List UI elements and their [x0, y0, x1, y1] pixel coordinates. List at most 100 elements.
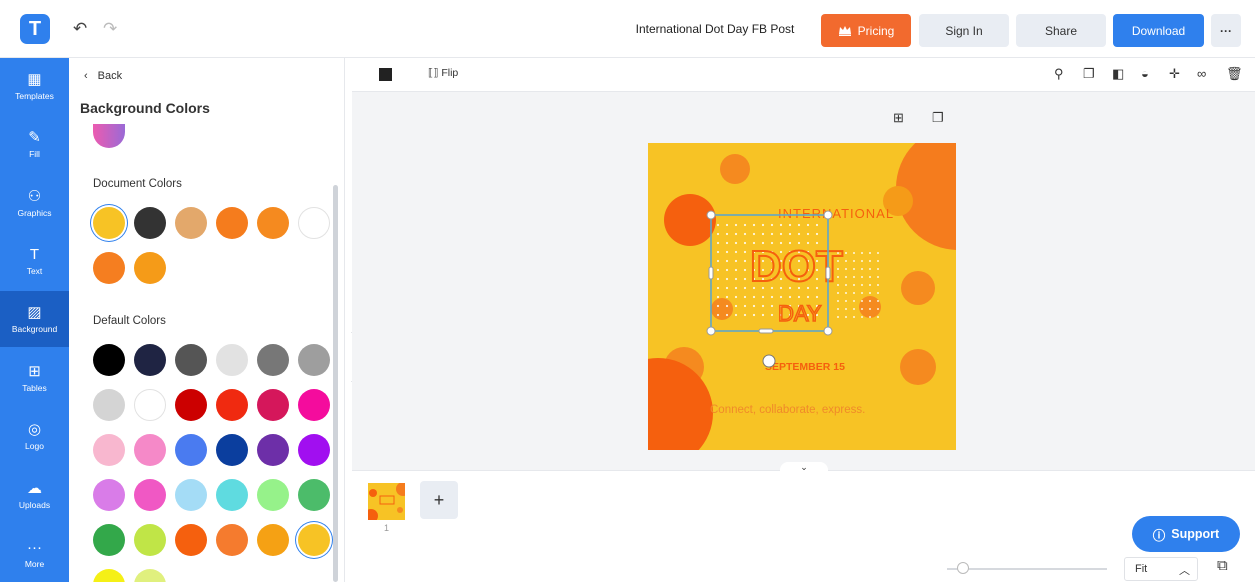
nav-item-more[interactable]: ··· More	[0, 526, 69, 582]
dot-grid-point	[734, 232, 738, 236]
opacity-icon[interactable]: ◒	[1141, 66, 1149, 81]
nav-label: Templates	[15, 90, 54, 101]
nav-item-logo[interactable]: ◎ Logo	[0, 408, 69, 464]
add-page-icon[interactable]: ⊞	[893, 110, 904, 126]
dot-grid-point	[743, 277, 747, 281]
default-color-swatch[interactable]	[257, 434, 289, 466]
default-color-swatch[interactable]	[216, 389, 248, 421]
default-color-swatch[interactable]	[298, 434, 330, 466]
layer-icon[interactable]: ◧	[1112, 66, 1124, 82]
workspace: ⊞ ❐ INTERNATIONAL DOT DAY SEPTEMBER 15 C…	[352, 92, 1255, 470]
default-color-swatch[interactable]	[175, 434, 207, 466]
default-color-swatch[interactable]	[134, 524, 166, 556]
zoom-select[interactable]: Fit ︿	[1124, 557, 1198, 581]
document-color-swatch[interactable]	[134, 252, 166, 284]
default-color-swatch[interactable]	[134, 389, 166, 421]
dot-grid-point	[788, 223, 792, 227]
add-page-button[interactable]: +	[420, 481, 458, 519]
nav-item-tables[interactable]: ⊞ Tables	[0, 350, 69, 406]
dot-grid-point	[853, 316, 855, 318]
duplicate-icon[interactable]: ❐	[1083, 66, 1095, 82]
decor-circle	[900, 349, 936, 385]
default-color-swatch[interactable]	[93, 479, 125, 511]
dot-grid-point	[877, 252, 879, 254]
default-color-swatch[interactable]	[93, 434, 125, 466]
flip-button[interactable]: ⟦⟧ Flip	[428, 67, 458, 79]
default-color-swatch[interactable]	[175, 479, 207, 511]
default-color-swatch[interactable]	[175, 389, 207, 421]
default-color-swatch[interactable]	[93, 389, 125, 421]
document-color-swatch[interactable]	[216, 207, 248, 239]
panel-scrollbar[interactable]	[333, 185, 338, 582]
document-color-swatch[interactable]	[298, 207, 330, 239]
pages-view-icon[interactable]: ⧉	[1217, 557, 1228, 574]
default-color-swatch[interactable]	[298, 479, 330, 511]
pricing-button[interactable]: Pricing	[821, 14, 911, 47]
default-color-swatch[interactable]	[175, 344, 207, 376]
default-color-swatch[interactable]	[257, 389, 289, 421]
nav-item-graphics[interactable]: ⚇ Graphics	[0, 175, 69, 231]
default-color-swatch[interactable]	[216, 479, 248, 511]
default-color-swatch[interactable]	[93, 524, 125, 556]
dot-grid-point	[837, 292, 839, 294]
default-color-swatch[interactable]	[298, 344, 330, 376]
dot-grid-point	[725, 232, 729, 236]
zoom-slider[interactable]	[947, 568, 1107, 570]
document-color-swatch[interactable]	[257, 207, 289, 239]
default-color-swatch[interactable]	[257, 479, 289, 511]
copy-page-icon[interactable]: ❐	[932, 110, 944, 126]
document-color-swatch[interactable]	[134, 207, 166, 239]
undo-icon[interactable]: ↶	[73, 19, 87, 39]
dot-grid-point	[752, 313, 756, 317]
default-color-swatch[interactable]	[257, 524, 289, 556]
nav-item-fill[interactable]: ✎ Fill	[0, 116, 69, 172]
default-color-swatch[interactable]	[257, 344, 289, 376]
download-button[interactable]: Download	[1113, 14, 1204, 47]
nav-item-templates[interactable]: ▦ Templates	[0, 58, 69, 114]
app-logo[interactable]: T	[20, 14, 50, 44]
support-button[interactable]: ⓘ Support	[1132, 516, 1240, 552]
default-color-swatch[interactable]	[216, 344, 248, 376]
fill-color-button[interactable]	[379, 68, 392, 81]
default-color-swatch[interactable]	[216, 434, 248, 466]
document-color-swatch[interactable]	[93, 207, 125, 239]
expand-pages-button[interactable]: ⌄	[780, 462, 828, 476]
format-painter-icon[interactable]: ⚲	[1054, 66, 1064, 82]
nav-item-background[interactable]: ▨ Background	[0, 291, 69, 347]
default-color-swatch[interactable]	[134, 569, 166, 582]
dot-grid-point	[734, 295, 738, 299]
dot-grid-point	[734, 313, 738, 317]
back-button[interactable]: ‹ Back	[84, 70, 122, 82]
redo-icon[interactable]: ↷	[103, 19, 117, 39]
default-color-swatch[interactable]	[93, 569, 125, 582]
default-color-swatch[interactable]	[298, 389, 330, 421]
share-button[interactable]: Share	[1016, 14, 1106, 47]
link-icon[interactable]: ∞	[1197, 66, 1206, 81]
dot-grid-point	[877, 300, 879, 302]
document-color-swatch[interactable]	[175, 207, 207, 239]
dot-grid-point	[761, 223, 765, 227]
default-color-swatch[interactable]	[134, 434, 166, 466]
trash-icon[interactable]: 🗑	[1226, 66, 1243, 82]
page-thumbnail[interactable]	[368, 483, 405, 520]
dot-grid-point	[837, 316, 839, 318]
default-color-swatch[interactable]	[134, 479, 166, 511]
gradient-swatch[interactable]	[93, 124, 125, 148]
dot-grid-point	[734, 277, 738, 281]
default-color-swatch[interactable]	[298, 524, 330, 556]
zoom-slider-handle[interactable]	[957, 562, 969, 574]
document-title[interactable]: International Dot Day FB Post	[610, 22, 820, 36]
default-color-swatch[interactable]	[175, 524, 207, 556]
document-color-swatch[interactable]	[93, 252, 125, 284]
default-color-swatch[interactable]	[216, 524, 248, 556]
default-color-swatch[interactable]	[134, 344, 166, 376]
more-options-button[interactable]: ···	[1211, 14, 1241, 47]
dot-grid-point	[752, 232, 756, 236]
nav-item-text[interactable]: T Text	[0, 233, 69, 289]
nav-item-uploads[interactable]: ☁ Uploads	[0, 467, 69, 523]
sign-in-button[interactable]: Sign In	[919, 14, 1009, 47]
align-icon[interactable]: ✛	[1169, 66, 1180, 82]
left-navigation: ▦ Templates ✎ Fill ⚇ Graphics T Text ▨ Background…	[0, 58, 69, 582]
default-color-swatch[interactable]	[93, 344, 125, 376]
design-canvas[interactable]: INTERNATIONAL DOT DAY SEPTEMBER 15 Conne…	[648, 143, 956, 450]
